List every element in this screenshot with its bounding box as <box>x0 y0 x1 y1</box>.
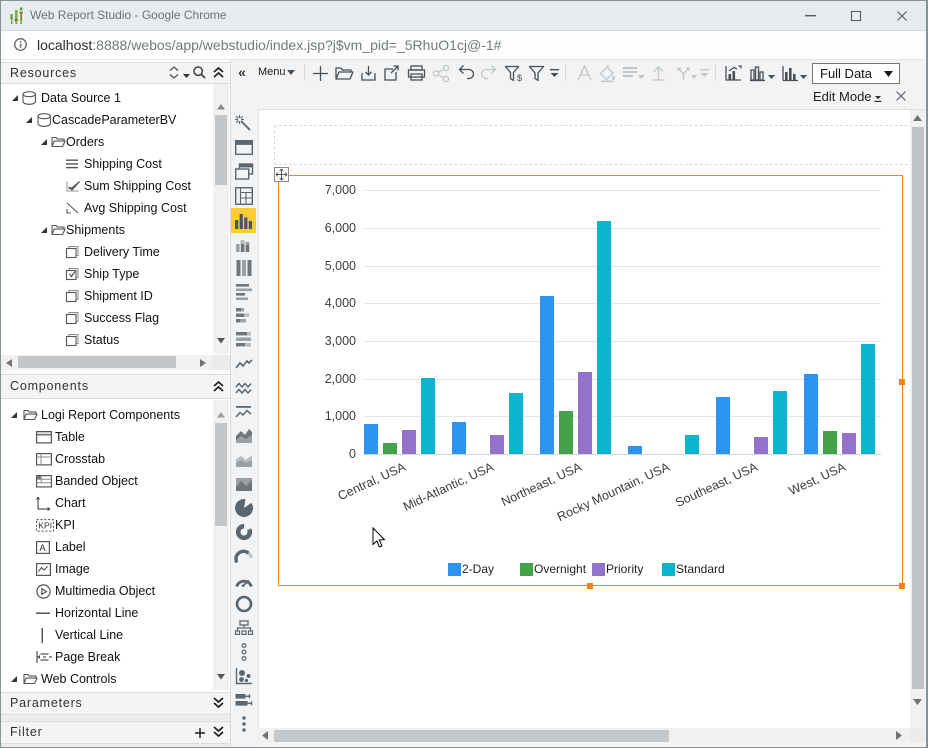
svg-text:KPI: KPI <box>38 521 52 531</box>
svg-text:A: A <box>39 543 46 554</box>
svg-text:$: $ <box>517 73 522 83</box>
